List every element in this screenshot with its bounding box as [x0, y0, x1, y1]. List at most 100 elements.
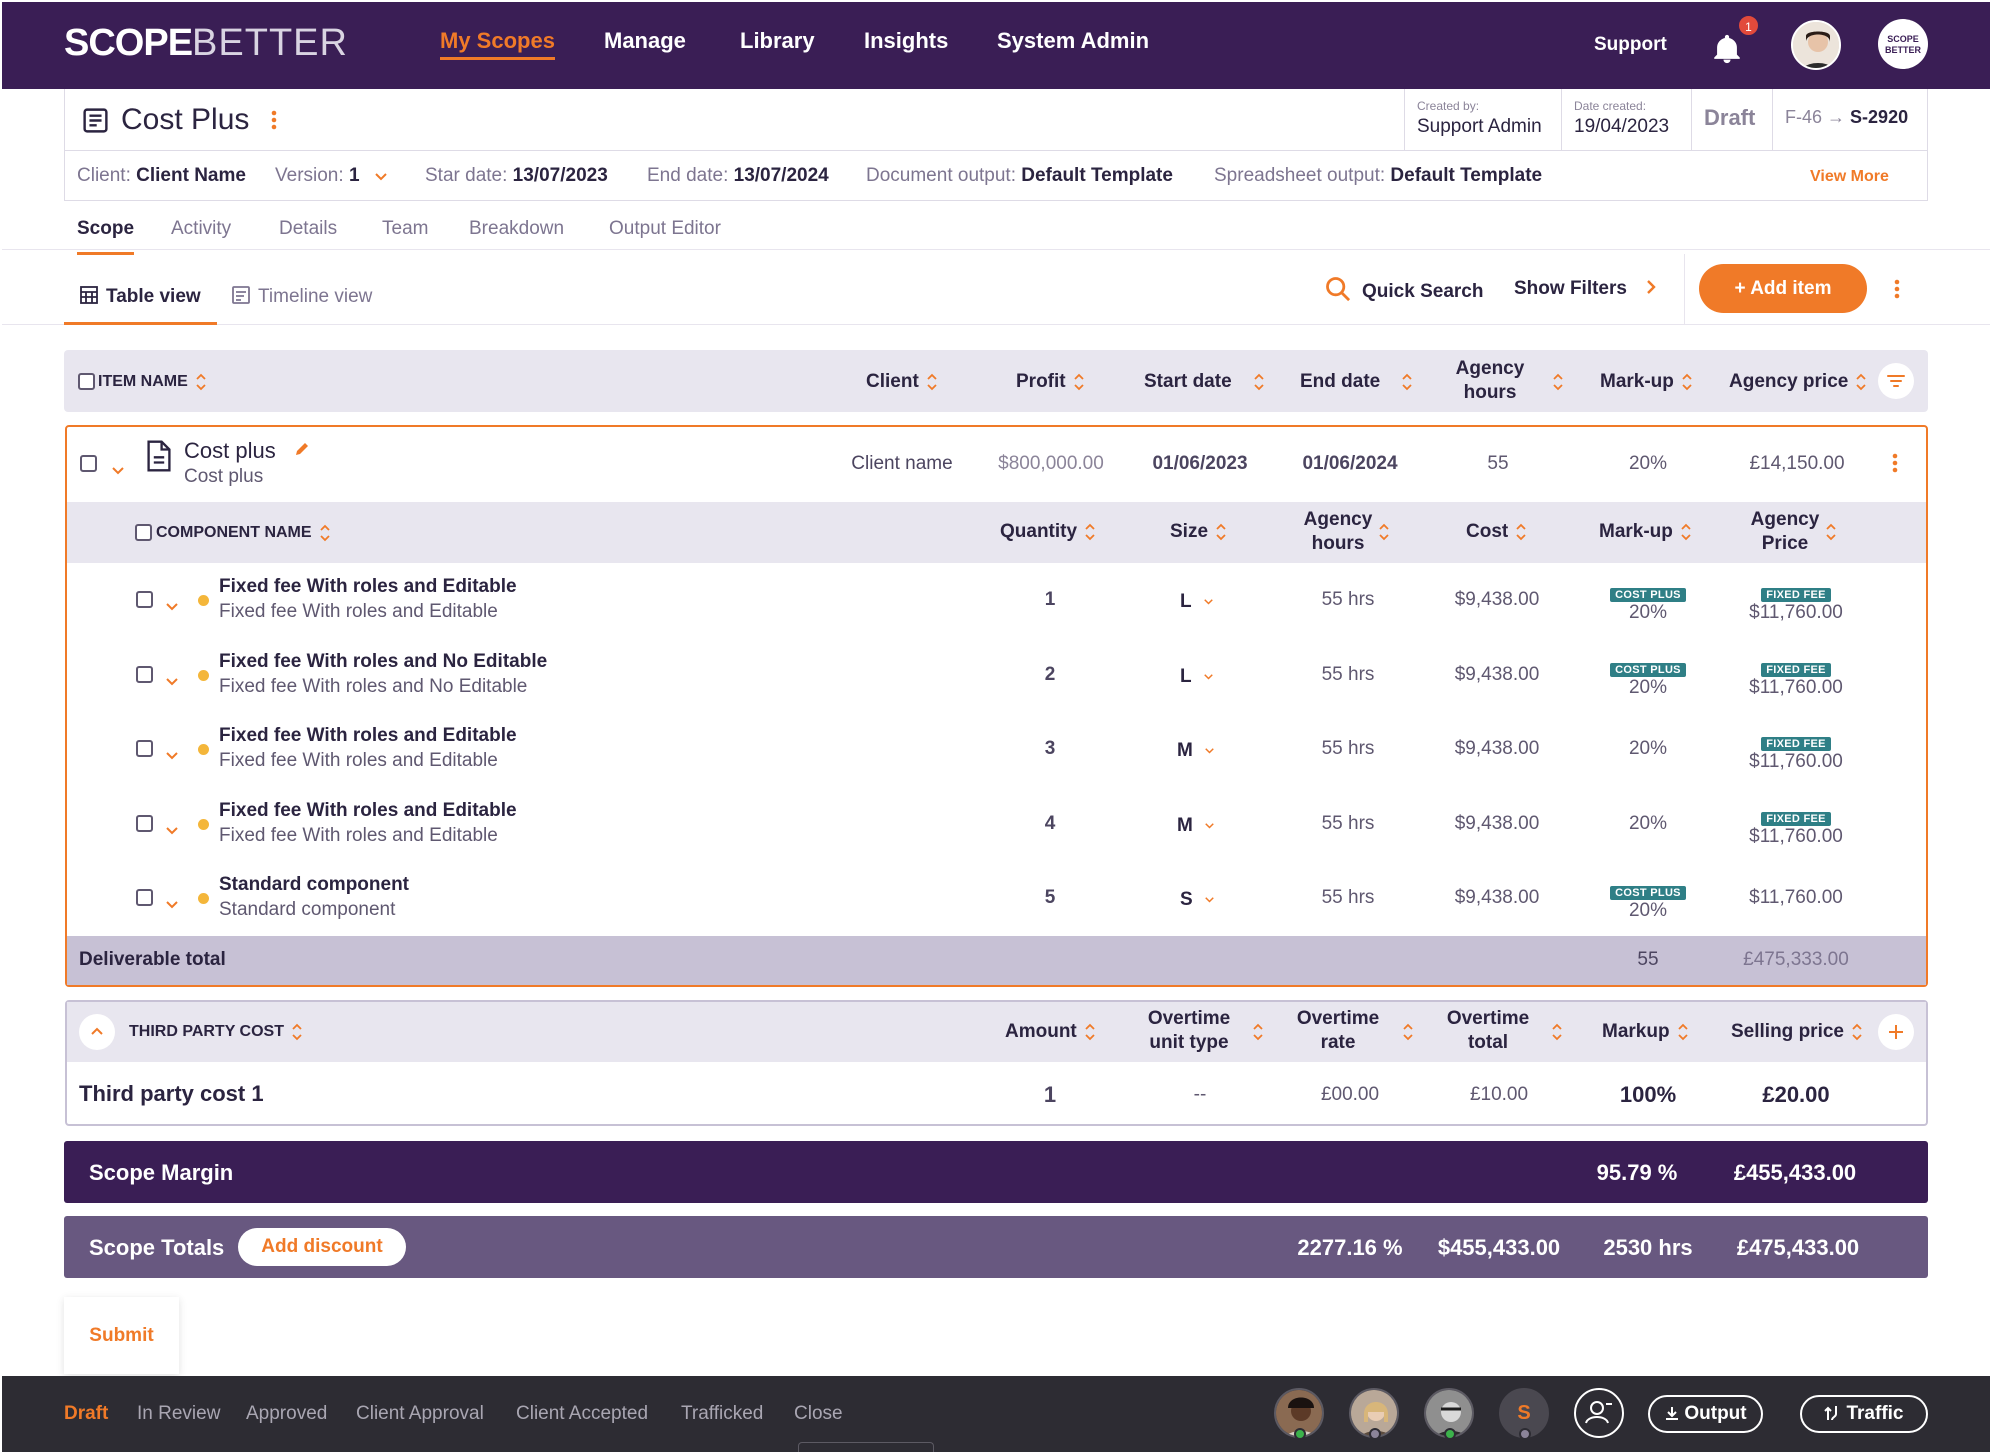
sort-icon[interactable]	[1379, 523, 1389, 547]
table-row[interactable]: Fixed fee With roles and Editable Fixed …	[0, 799, 1992, 874]
col-component-markup[interactable]: Mark-up	[1599, 521, 1691, 543]
tab-breakdown[interactable]: Breakdown	[469, 218, 564, 240]
col-component-name[interactable]: COMPONENT NAME	[156, 524, 330, 542]
stage-close[interactable]: Close	[794, 1403, 843, 1425]
col-cost[interactable]: Cost	[1466, 521, 1526, 543]
size-select[interactable]: L	[1180, 589, 1213, 613]
stage-draft[interactable]: Draft	[64, 1403, 108, 1425]
col-markup[interactable]: Markup	[1602, 1021, 1688, 1043]
row-checkbox[interactable]	[136, 815, 153, 832]
bell-icon[interactable]	[1710, 32, 1744, 66]
spreadsheet-output: Spreadsheet output: Default Template	[1214, 165, 1543, 186]
view-more-link[interactable]: View More	[1810, 168, 1889, 186]
sort-icon[interactable]	[1826, 523, 1836, 547]
col-quantity[interactable]: Quantity	[1000, 521, 1095, 543]
table-row[interactable]: Fixed fee With roles and Editable Fixed …	[0, 724, 1992, 799]
size-select[interactable]: S	[1180, 887, 1214, 911]
col-size[interactable]: Size	[1170, 521, 1226, 543]
col-component-price[interactable]: Agency Price	[1735, 508, 1835, 556]
table-view-tab[interactable]: Table view	[80, 286, 201, 310]
edit-icon[interactable]	[294, 440, 310, 463]
sort-icon[interactable]	[1253, 1023, 1263, 1047]
row-checkbox[interactable]	[136, 740, 153, 757]
chevron-down-icon[interactable]	[166, 594, 178, 617]
item-checkbox[interactable]	[80, 455, 97, 472]
table-row[interactable]: Fixed fee With roles and Editable Fixed …	[0, 575, 1992, 650]
size-select[interactable]: L	[1180, 664, 1213, 688]
stage-client-approval[interactable]: Client Approval	[356, 1403, 484, 1425]
sort-icon[interactable]	[1553, 373, 1563, 397]
sort-icon	[1402, 373, 1412, 391]
tab-activity[interactable]: Activity	[171, 218, 231, 240]
stage-approved[interactable]: Approved	[246, 1403, 327, 1425]
nav-library[interactable]: Library	[740, 28, 815, 54]
col-client[interactable]: Client	[866, 371, 937, 393]
tab-output-editor[interactable]: Output Editor	[609, 218, 721, 240]
col-start-date[interactable]: Start date	[1144, 371, 1264, 393]
chevron-down-icon[interactable]	[166, 818, 178, 841]
add-item-button[interactable]: + Add item	[1699, 264, 1867, 313]
size-select[interactable]: M	[1177, 813, 1214, 837]
table-row[interactable]: Standard component Standard component 5 …	[0, 873, 1992, 935]
add-discount-button[interactable]: Add discount	[238, 1228, 406, 1266]
col-mark-up[interactable]: Mark-up	[1600, 371, 1692, 393]
stage-client-accepted[interactable]: Client Accepted	[516, 1403, 648, 1425]
col-third-party-cost[interactable]: THIRD PARTY COST	[129, 1023, 302, 1041]
offline-status-dot	[1519, 1428, 1531, 1440]
stage-trafficked[interactable]: Trafficked	[681, 1403, 763, 1425]
col-component-hours[interactable]: Agency hours	[1288, 508, 1388, 556]
chevron-down-icon[interactable]	[166, 892, 178, 915]
row-checkbox[interactable]	[136, 889, 153, 906]
stage-in-review[interactable]: In Review	[137, 1403, 220, 1425]
more-options-icon[interactable]	[1894, 279, 1900, 305]
traffic-button[interactable]: Traffic	[1800, 1395, 1928, 1433]
nav-insights[interactable]: Insights	[864, 28, 948, 54]
chevron-down-icon[interactable]	[112, 458, 124, 481]
chevron-down-icon[interactable]	[166, 743, 178, 766]
sort-icon[interactable]	[1403, 1023, 1413, 1047]
select-all-checkbox[interactable]	[78, 373, 95, 390]
row-checkbox[interactable]	[136, 666, 153, 683]
nav-system-admin[interactable]: System Admin	[997, 28, 1149, 54]
output-button[interactable]: Output	[1648, 1395, 1763, 1433]
nav-manage[interactable]: Manage	[604, 28, 686, 54]
show-filters-button[interactable]: Show Filters	[1514, 278, 1656, 301]
col-selling-price[interactable]: Selling price	[1731, 1021, 1862, 1043]
filter-icon[interactable]	[1878, 363, 1914, 399]
user-avatar[interactable]	[1791, 20, 1841, 70]
item-menu-icon[interactable]	[1892, 453, 1898, 479]
version-select[interactable]: Version: 1	[275, 165, 387, 187]
row-checkbox[interactable]	[136, 591, 153, 608]
third-party-unit-type: --	[1193, 1084, 1207, 1105]
logo[interactable]: SCOPEBETTER	[64, 22, 348, 65]
title-menu-icon[interactable]	[271, 110, 277, 136]
assign-user-icon[interactable]	[1574, 1388, 1624, 1438]
col-agency-price[interactable]: Agency price	[1729, 371, 1866, 393]
nav-my-scopes[interactable]: My Scopes	[440, 28, 555, 60]
col-overtime-unit-type[interactable]: Overtime unit type	[1139, 1007, 1239, 1055]
sort-icon[interactable]	[1552, 1023, 1562, 1047]
col-agency-hours[interactable]: Agency hours	[1440, 357, 1540, 405]
size-select[interactable]: M	[1177, 738, 1214, 762]
table-row[interactable]: Third party cost 1 1 -- £00.00 £10.00 10…	[0, 1070, 1992, 1120]
col-profit[interactable]: Profit	[1016, 371, 1084, 393]
tab-details[interactable]: Details	[279, 218, 337, 240]
col-overtime-rate[interactable]: Overtime rate	[1288, 1007, 1388, 1055]
timeline-view-tab[interactable]: Timeline view	[232, 286, 372, 310]
submit-button[interactable]: Submit	[64, 1297, 179, 1374]
table-row[interactable]: Fixed fee With roles and No Editable Fix…	[0, 650, 1992, 725]
select-all-components-checkbox[interactable]	[135, 524, 152, 541]
chevron-down-icon[interactable]	[166, 669, 178, 692]
tab-scope[interactable]: Scope	[77, 218, 135, 255]
col-overtime-total[interactable]: Overtime total	[1438, 1007, 1538, 1055]
page-title: Cost Plus	[121, 103, 250, 136]
collapse-handle[interactable]	[798, 1442, 934, 1452]
support-link[interactable]: Support	[1594, 34, 1667, 56]
col-amount[interactable]: Amount	[1005, 1021, 1095, 1043]
col-item-name[interactable]: ITEM NAME	[98, 373, 206, 391]
quick-search-button[interactable]: Quick Search	[1324, 275, 1483, 309]
add-third-party-icon[interactable]	[1878, 1014, 1914, 1050]
col-end-date[interactable]: End date	[1300, 371, 1412, 393]
chevron-up-icon[interactable]	[79, 1014, 115, 1050]
tab-team[interactable]: Team	[382, 218, 428, 240]
